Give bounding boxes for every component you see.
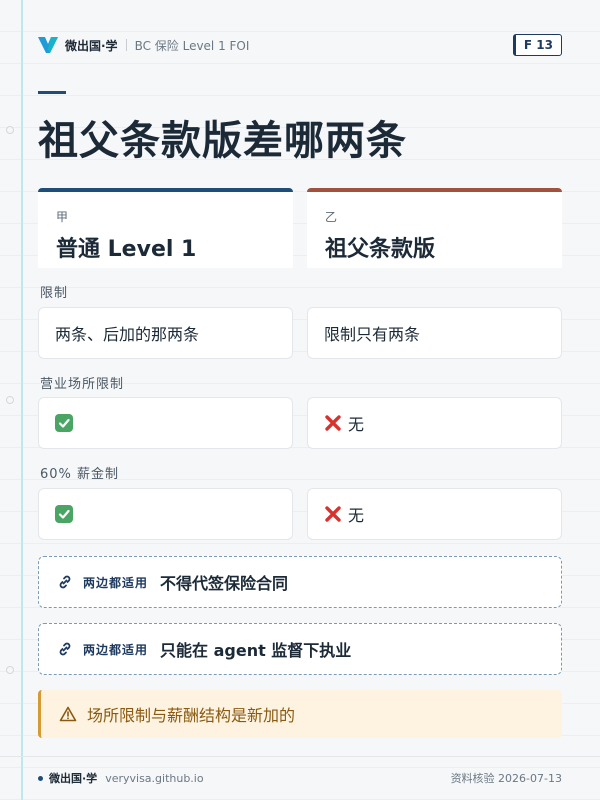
page-title: 祖父条款版差哪两条 bbox=[38, 118, 407, 164]
row-label: 营业场所限制 bbox=[40, 377, 125, 392]
footer-divider bbox=[0, 756, 600, 757]
warning-callout: 场所限制与薪酬结构是新加的 bbox=[38, 690, 562, 738]
divider bbox=[125, 39, 127, 51]
row-cell-right: 无 bbox=[307, 397, 562, 449]
cross-icon bbox=[324, 505, 342, 523]
page-badge: F 13 bbox=[512, 34, 562, 56]
column-name: 普通 Level 1 bbox=[56, 237, 197, 262]
column-header-b: 乙 祖父条款版 bbox=[307, 188, 562, 268]
footer-verified: 资料核验 2026-07-13 bbox=[450, 772, 562, 785]
both-apply-box: 两边都适用 不得代签保险合同 bbox=[38, 556, 562, 608]
row-cell-right: 限制只有两条 bbox=[307, 307, 562, 359]
link-icon bbox=[57, 574, 73, 590]
link-icon bbox=[57, 641, 73, 657]
logo-icon bbox=[38, 37, 58, 53]
column-tag: 乙 bbox=[325, 210, 338, 224]
row-cell-right: 无 bbox=[307, 488, 562, 540]
warning-icon bbox=[59, 706, 77, 722]
column-header-a: 甲 普通 Level 1 bbox=[38, 188, 293, 268]
row-cell-left bbox=[38, 397, 293, 449]
cell-text: 无 bbox=[348, 415, 365, 434]
cell-text: 无 bbox=[348, 506, 365, 525]
both-apply-text: 只能在 agent 监督下执业 bbox=[160, 641, 352, 660]
bullet-icon bbox=[38, 775, 43, 781]
both-apply-box: 两边都适用 只能在 agent 监督下执业 bbox=[38, 623, 562, 675]
both-apply-tag: 两边都适用 bbox=[83, 575, 149, 590]
footer: 微出国·学 veryvisa.github.io 资料核验 2026-07-13 bbox=[38, 770, 562, 786]
both-apply-text: 不得代签保险合同 bbox=[160, 574, 289, 593]
title-accent-bar bbox=[38, 91, 66, 94]
cell-text: 两条、后加的那两条 bbox=[55, 325, 200, 344]
check-icon bbox=[55, 505, 73, 523]
binder-hole bbox=[6, 126, 14, 134]
column-tag: 甲 bbox=[56, 210, 69, 224]
binder-hole bbox=[6, 666, 14, 674]
cross-icon bbox=[324, 414, 342, 432]
footer-url[interactable]: veryvisa.github.io bbox=[105, 772, 203, 785]
margin-line bbox=[21, 0, 23, 800]
both-apply-tag: 两边都适用 bbox=[83, 642, 149, 657]
check-icon bbox=[55, 414, 73, 432]
cell-text: 限制只有两条 bbox=[324, 325, 421, 344]
row-label: 限制 bbox=[40, 286, 69, 301]
row-label: 60% 薪金制 bbox=[40, 467, 120, 482]
brand-name: 微出国·学 bbox=[65, 38, 118, 53]
row-cell-left bbox=[38, 488, 293, 540]
footer-brand: 微出国·学 bbox=[49, 772, 98, 785]
header: 微出国·学 BC 保险 Level 1 FOI F 13 bbox=[38, 34, 562, 56]
warning-text: 场所限制与薪酬结构是新加的 bbox=[87, 706, 296, 725]
column-name: 祖父条款版 bbox=[325, 237, 436, 262]
row-cell-left: 两条、后加的那两条 bbox=[38, 307, 293, 359]
binder-hole bbox=[6, 396, 14, 404]
header-subtitle: BC 保险 Level 1 FOI bbox=[134, 38, 250, 53]
